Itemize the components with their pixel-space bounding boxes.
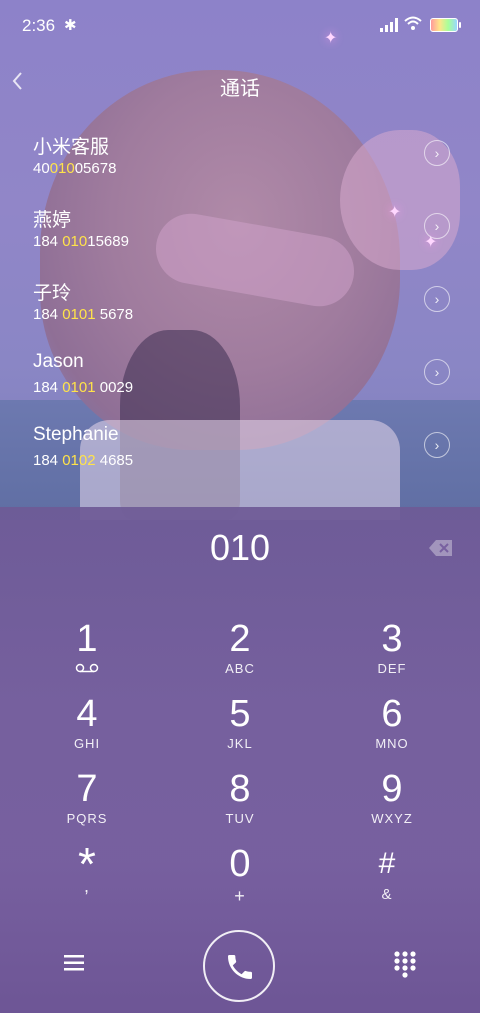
dialer-panel: 010 1 2 ABC 3 DEF 4 GHI 5 JKL 6 MNO 7 PQ… [0, 507, 480, 1013]
voicemail-icon [17, 661, 157, 676]
chevron-right-icon[interactable]: › [424, 213, 450, 239]
list-item[interactable]: 小米客服 4001005678 › [0, 118, 480, 190]
key-8[interactable]: 8 TUV [170, 769, 310, 843]
contact-number: 184 0102 4685 [33, 452, 134, 469]
list-item[interactable]: Jason 184 0101 0029 › [0, 337, 480, 409]
contact-name: Stephanie [33, 424, 119, 445]
key-star[interactable]: * , [17, 841, 157, 918]
key-1[interactable]: 1 [17, 619, 157, 693]
contact-list: 小米客服 4001005678 › 燕婷 184 01015689 › 子玲 1… [0, 118, 480, 508]
status-bar: 2:36 ✱ [0, 0, 480, 52]
key-6[interactable]: 6 MNO [322, 694, 462, 768]
dialed-number: 010 [209, 527, 271, 568]
header: 通话 [0, 60, 480, 108]
list-item[interactable]: 燕婷 184 01015689 › [0, 191, 480, 263]
chevron-right-icon[interactable]: › [424, 286, 450, 312]
key-3[interactable]: 3 DEF [322, 619, 462, 693]
menu-icon[interactable] [60, 951, 88, 979]
page-title: 通话 [220, 78, 260, 100]
contact-number: 184 0101 0029 [33, 379, 134, 396]
phone-icon [228, 955, 252, 979]
key-0[interactable]: 0 + [170, 844, 310, 918]
contact-name: 子玲 [33, 283, 72, 304]
key-4[interactable]: 4 GHI [17, 694, 157, 768]
chevron-right-icon[interactable]: › [424, 432, 450, 458]
dialer-bottom-bar [0, 927, 480, 1007]
signal-icon [380, 18, 400, 32]
list-item[interactable]: 子玲 184 0101 5678 › [0, 264, 480, 336]
chevron-right-icon[interactable]: › [424, 140, 450, 166]
contact-number: 184 0101 5678 [33, 306, 134, 323]
key-5[interactable]: 5 JKL [170, 694, 310, 768]
key-7[interactable]: 7 PQRS [17, 769, 157, 843]
contact-name: 小米客服 [33, 137, 110, 158]
bluetooth-icon: ✱ [64, 17, 77, 34]
contact-number: 184 01015689 [33, 233, 129, 250]
chevron-right-icon[interactable]: › [424, 359, 450, 385]
contact-name: 燕婷 [33, 210, 72, 231]
contact-name: Jason [33, 351, 84, 372]
key-9[interactable]: 9 WXYZ [322, 769, 462, 843]
list-item[interactable]: Stephanie 184 0102 4685 › [0, 410, 480, 482]
contact-number: 4001005678 [33, 160, 117, 177]
backspace-icon[interactable] [428, 539, 454, 557]
battery-icon [430, 18, 461, 32]
wifi-icon [404, 16, 422, 35]
keypad-icon[interactable] [392, 949, 418, 979]
call-button[interactable] [203, 930, 275, 1002]
status-time: 2:36 [22, 16, 56, 35]
key-hash[interactable]: # & [317, 844, 457, 918]
key-2[interactable]: 2 ABC [170, 619, 310, 693]
